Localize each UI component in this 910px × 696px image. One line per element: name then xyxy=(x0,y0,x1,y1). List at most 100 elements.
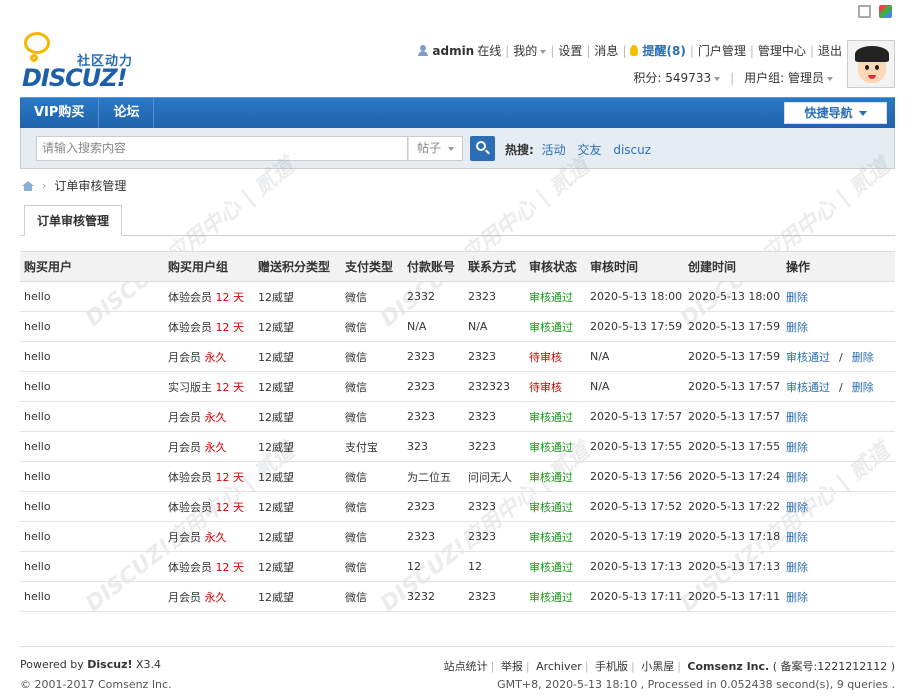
usergroup-menu[interactable]: 用户组: 管理员 xyxy=(744,69,833,86)
approve-link[interactable]: 审核通过 xyxy=(786,381,830,394)
membership-duration: 永久 xyxy=(204,530,227,544)
review-status: 审核通过 xyxy=(529,320,573,334)
tab-order-review[interactable]: 订单审核管理 xyxy=(24,205,123,236)
payment-account: 2323 xyxy=(407,410,435,423)
membership-duration: 12 天 xyxy=(215,560,245,574)
buyer-name: hello xyxy=(24,560,51,573)
create-time: 2020-5-13 17:57 xyxy=(688,380,781,393)
quick-nav-button[interactable]: 快捷导航 xyxy=(784,102,887,124)
payment-type: 微信 xyxy=(345,530,367,544)
discuz-link[interactable]: Discuz! xyxy=(87,658,132,671)
footer-company[interactable]: Comsenz Inc. xyxy=(687,660,769,673)
membership-duration: 12 天 xyxy=(215,290,245,304)
review-status: 审核通过 xyxy=(529,560,573,574)
column-header: 审核时间 xyxy=(586,251,684,282)
messages-link[interactable]: 消息 xyxy=(594,42,618,59)
search-input[interactable]: 请输入搜索内容 xyxy=(36,136,408,161)
payment-account: 2323 xyxy=(407,500,435,513)
payment-type: 微信 xyxy=(345,410,367,424)
color-theme-icon[interactable] xyxy=(879,5,892,18)
membership-duration: 永久 xyxy=(204,350,227,364)
points-type: 12威望 xyxy=(258,350,294,364)
payment-type: 微信 xyxy=(345,380,367,394)
review-status: 审核通过 xyxy=(529,500,573,514)
points-type: 12威望 xyxy=(258,410,294,424)
delete-link[interactable]: 删除 xyxy=(786,411,808,424)
points-menu[interactable]: 积分: 549733 xyxy=(633,69,721,86)
site-logo[interactable]: 社区动力 DISCUZ! xyxy=(20,28,150,92)
create-time: 2020-5-13 17:57 xyxy=(688,410,781,423)
delete-link[interactable]: 删除 xyxy=(786,531,808,544)
user-group: 体验会员 xyxy=(168,560,212,574)
column-header: 赠送积分类型 xyxy=(254,251,341,282)
contact-info: 问问无人 xyxy=(468,470,512,484)
search-button[interactable] xyxy=(470,136,495,161)
delete-link[interactable]: 删除 xyxy=(786,591,808,604)
search-bar: 请输入搜索内容 帖子 热搜: 活动 交友 discuz xyxy=(20,128,895,169)
tab-bar: 订单审核管理 xyxy=(20,205,895,236)
delete-link[interactable]: 删除 xyxy=(852,351,874,364)
audit-time: 2020-5-13 17:13 xyxy=(590,560,683,573)
admin-center-link[interactable]: 管理中心 xyxy=(758,42,806,59)
footer-link-stats[interactable]: 站点统计 xyxy=(444,660,488,673)
settings-link[interactable]: 设置 xyxy=(558,42,582,59)
chevron-down-icon xyxy=(540,49,547,54)
nav-item-forum[interactable]: 论坛 xyxy=(99,98,155,128)
contact-info: 12 xyxy=(468,560,482,573)
membership-duration: 12 天 xyxy=(215,500,245,514)
points-type: 12威望 xyxy=(258,500,294,514)
hot-word[interactable]: discuz xyxy=(613,143,651,157)
remind-link[interactable]: 提醒(8) xyxy=(642,42,685,59)
payment-account: 3232 xyxy=(407,590,435,603)
avatar[interactable] xyxy=(847,40,895,88)
payment-type: 微信 xyxy=(345,590,367,604)
payment-type: 微信 xyxy=(345,350,367,364)
user-group: 月会员 xyxy=(168,530,201,544)
logout-link[interactable]: 退出 xyxy=(818,42,842,59)
payment-account: 2323 xyxy=(407,350,435,363)
home-icon[interactable] xyxy=(22,180,34,191)
table-row: hello 实习版主 12 天 12威望 微信 2323 232323 待审核 N/A 2020… xyxy=(20,371,895,402)
membership-duration: 永久 xyxy=(204,590,227,604)
delete-link[interactable]: 删除 xyxy=(786,501,808,514)
nav-item-vip[interactable]: VIP购买 xyxy=(20,98,100,128)
delete-link[interactable]: 删除 xyxy=(786,291,808,304)
audit-time: 2020-5-13 18:00 xyxy=(590,290,683,303)
my-menu[interactable]: 我的 xyxy=(513,42,547,59)
delete-link[interactable]: 删除 xyxy=(852,381,874,394)
fullscreen-icon[interactable] xyxy=(858,5,871,18)
audit-time: 2020-5-13 17:56 xyxy=(590,470,683,483)
footer-link-blackroom[interactable]: 小黑屋 xyxy=(641,660,674,673)
footer-link-archiver[interactable]: Archiver xyxy=(536,660,582,673)
hot-search-label: 热搜: xyxy=(505,143,534,157)
search-type-select[interactable]: 帖子 xyxy=(408,136,463,161)
table-row: hello 体验会员 12 天 12威望 微信 2323 2323 审核通过 2020-5-1… xyxy=(20,491,895,522)
footer-links: 站点统计 | 举报 | Archiver | 手机版 | 小黑屋 | Comsenz In… xyxy=(443,660,895,673)
hot-word[interactable]: 活动 xyxy=(542,143,566,157)
username-link[interactable]: admin xyxy=(432,44,474,58)
chevron-down-icon xyxy=(714,76,721,81)
approve-link[interactable]: 审核通过 xyxy=(786,351,830,364)
delete-link[interactable]: 删除 xyxy=(786,471,808,484)
create-time: 2020-5-13 17:11 xyxy=(688,590,781,603)
online-status: 在线 xyxy=(477,44,502,58)
payment-type: 微信 xyxy=(345,470,367,484)
audit-time: N/A xyxy=(590,380,610,393)
payment-type: 微信 xyxy=(345,560,367,574)
footer-link-report[interactable]: 举报 xyxy=(501,660,523,673)
points-type: 12威望 xyxy=(258,530,294,544)
payment-type: 微信 xyxy=(345,290,367,304)
table-row: hello 体验会员 12 天 12威望 微信 N/A N/A 审核通过 2020-5-13 … xyxy=(20,311,895,342)
payment-type: 微信 xyxy=(345,500,367,514)
order-review-table: 购买用户 购买用户组 赠送积分类型 支付类型 付款账号 联系方式 审核状态 审核… xyxy=(20,251,895,612)
points-type: 12威望 xyxy=(258,290,294,304)
delete-link[interactable]: 删除 xyxy=(786,561,808,574)
portal-admin-link[interactable]: 门户管理 xyxy=(698,42,746,59)
audit-time: 2020-5-13 17:55 xyxy=(590,440,683,453)
footer-icp[interactable]: ( 备案号:1221212112 ) xyxy=(773,660,895,673)
footer-link-mobile[interactable]: 手机版 xyxy=(595,660,628,673)
delete-link[interactable]: 删除 xyxy=(786,321,808,334)
delete-link[interactable]: 删除 xyxy=(786,441,808,454)
hot-word[interactable]: 交友 xyxy=(577,143,601,157)
table-row: hello 月会员 永久 12威望 微信 2323 2323 待审核 N/A 2020-5-13… xyxy=(20,341,895,372)
